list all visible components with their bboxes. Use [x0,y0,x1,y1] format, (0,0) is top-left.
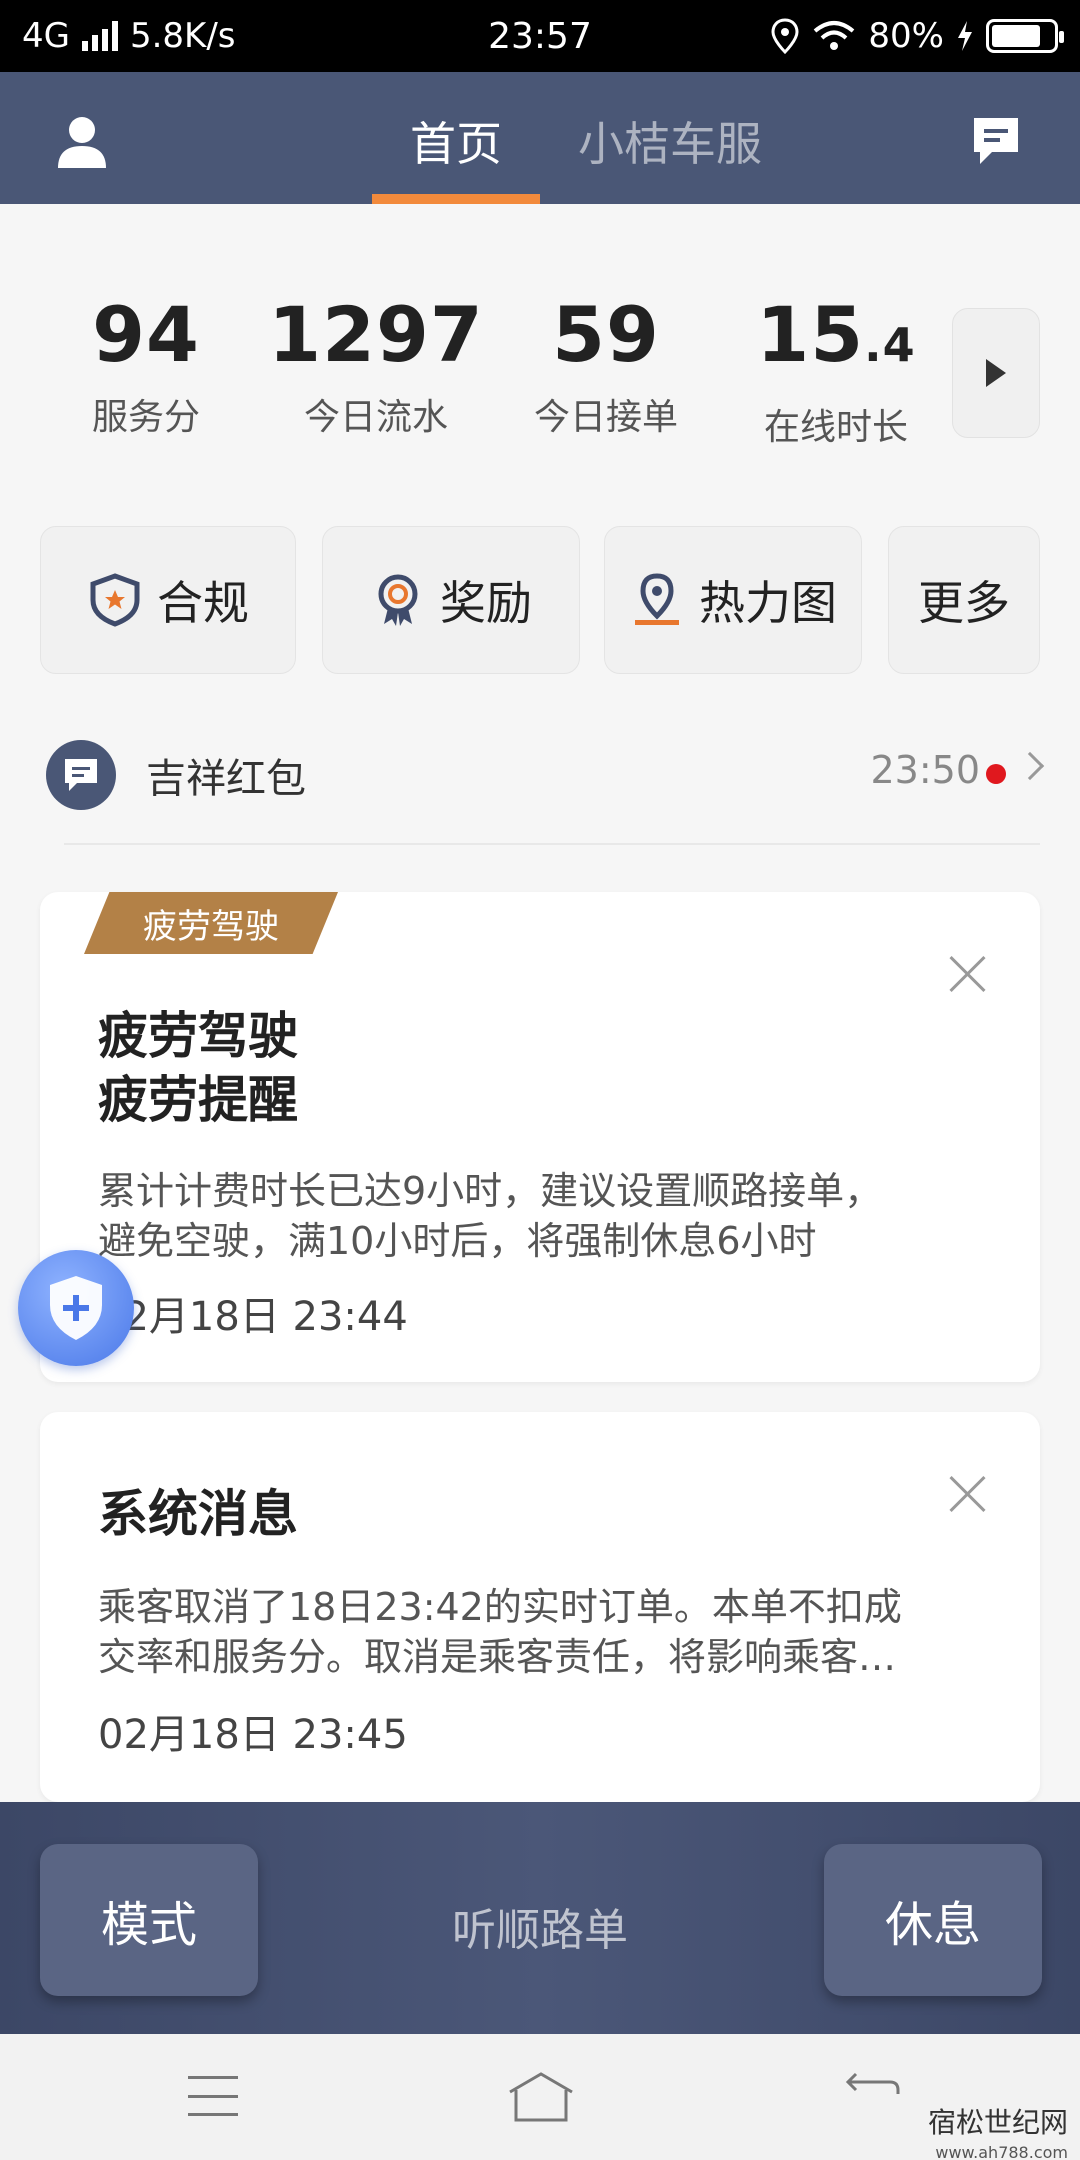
signal-icon [81,21,118,51]
stat-label: 在线时长 [763,407,908,448]
medal-icon [378,574,418,626]
notice-time: 23:50 [870,748,980,792]
card-title: 系统消息 [98,1485,298,1543]
system-message-card[interactable]: 系统消息 乘客取消了18日23:42的实时订单。本单不扣成 交率和服务分。取消是… [40,1412,1040,1802]
app-header: 首页 小桔车服 [0,72,1080,204]
stat-value: 1297 [268,290,484,379]
user-icon[interactable] [52,112,112,172]
card-date: 02月18日 23:45 [98,1712,408,1758]
shortcut-label: 更多 [918,576,1010,630]
rest-button[interactable]: 休息 [824,1844,1042,1996]
network-speed: 5.8K/s [129,16,236,56]
shortcut-label: 热力图 [699,576,837,630]
home-icon[interactable] [506,2070,576,2124]
card-title-line2: 疲劳提醒 [98,1071,298,1129]
watermark-site: 宿松世纪网 [927,2106,1068,2139]
watermark-url: www.ah788.com [935,2143,1068,2160]
card-title-line1: 疲劳驾驶 [98,1007,298,1065]
stat-value: 94 [92,290,200,379]
stat-service-score[interactable]: 94 服务分 [36,290,256,440]
stat-today-orders[interactable]: 59 今日接单 [496,290,716,440]
shortcut-label: 奖励 [440,576,532,630]
unread-dot [986,764,1006,784]
tab-car-service[interactable]: 小桔车服 [578,108,762,174]
card-body-line2: 交率和服务分。取消是乘客责任，将影响乘客… [98,1635,897,1679]
stat-online-hours[interactable]: 15.4 在线时长 [726,290,946,450]
shield-plus-icon [50,1276,102,1340]
chevron-right-icon [1015,751,1045,781]
clock: 23:57 [488,15,592,57]
card-date: 02月18日 23:44 [98,1294,408,1340]
stats-next-button[interactable] [952,308,1040,438]
chat-bubble-icon [46,740,116,810]
stat-today-income[interactable]: 1297 今日流水 [266,290,486,440]
bottom-action-bar: 模式 听顺路单 休息 [0,1802,1080,2034]
watermark: 宿松世纪网 www.ah788.com [928,2108,1068,2160]
wifi-icon [814,21,855,50]
shortcut-rewards[interactable]: 奖励 [322,526,580,674]
battery-percent: 80% [868,16,944,56]
message-icon[interactable] [968,112,1024,168]
card-body-line2: 避免空驶，满10小时后，将强制休息6小时 [98,1219,817,1263]
menu-icon[interactable] [188,2076,238,2116]
card-body-line1: 乘客取消了18日23:42的实时订单。本单不扣成 [98,1585,902,1629]
route-order-label[interactable]: 听顺路单 [340,1894,740,1958]
system-nav-bar [0,2034,1080,2160]
active-tab-indicator [372,194,540,204]
back-icon[interactable] [842,2072,902,2122]
play-arrow-icon [986,359,1006,387]
stat-value: 59 [552,290,660,379]
notice-title: 吉祥红包 [146,756,306,802]
stat-value: 15.4 [726,290,946,390]
shortcut-compliance[interactable]: 合规 [40,526,296,674]
stat-label: 服务分 [91,397,200,438]
shortcut-label: 合规 [157,576,249,630]
card-body-line1: 累计计费时长已达9小时，建议设置顺路接单， [98,1169,883,1213]
close-icon[interactable] [948,954,988,994]
fatigue-card[interactable]: 疲劳驾驶 疲劳驾驶 疲劳提醒 累计计费时长已达9小时，建议设置顺路接单， 避免空… [40,892,1040,1382]
shortcut-heatmap[interactable]: 热力图 [604,526,862,674]
tab-home[interactable]: 首页 [410,108,502,174]
shield-star-icon [90,573,140,627]
stat-value-main: 15 [756,290,865,379]
safety-shield-button[interactable] [18,1250,134,1366]
stat-label: 今日流水 [303,397,448,438]
mode-button[interactable]: 模式 [40,1844,258,1996]
location-icon [771,18,799,54]
card-tag: 疲劳驾驶 [84,892,338,954]
close-icon[interactable] [948,1474,988,1514]
shortcut-more[interactable]: 更多 [888,526,1040,674]
divider [64,843,1040,845]
status-bar: 4G 5.8K/s 23:57 80% [0,0,1080,72]
stat-label: 今日接单 [533,397,678,438]
map-pin-icon [635,573,679,625]
network-type: 4G [22,16,70,56]
battery-icon [985,19,1064,53]
charging-icon [957,21,972,51]
stat-value-decimal: .4 [864,318,916,372]
notice-row[interactable]: 吉祥红包 23:50 [40,730,1045,840]
